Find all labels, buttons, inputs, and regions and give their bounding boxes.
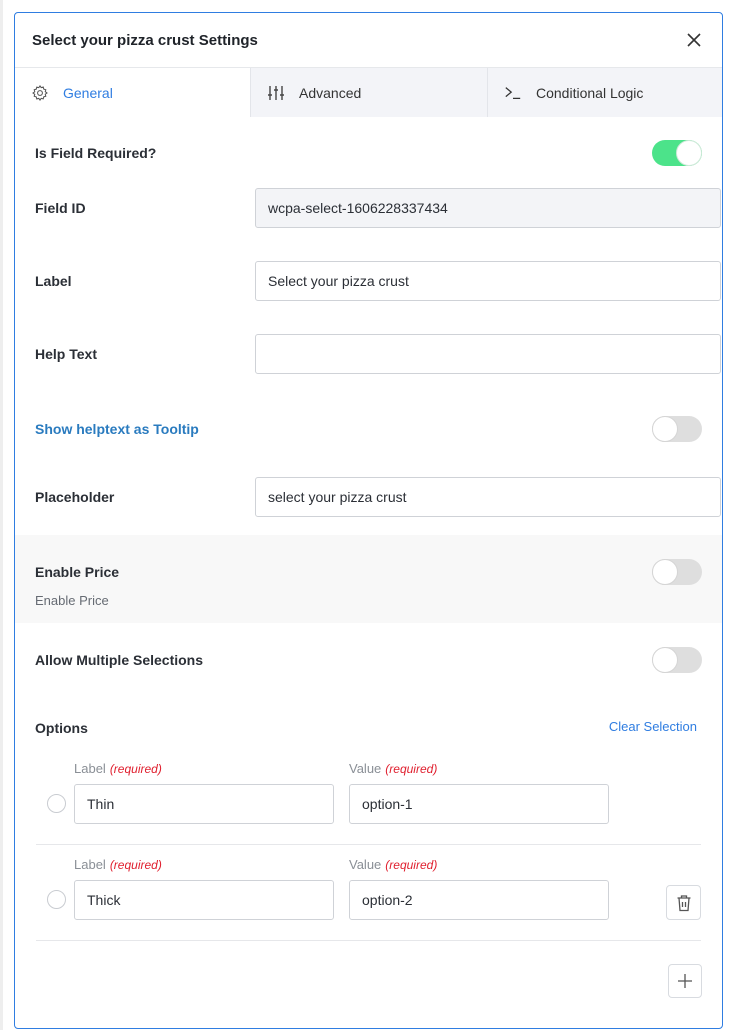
help-text-row: Help Text [35,334,721,374]
option-2-label-input[interactable]: Thick [74,880,334,920]
field-id-input[interactable]: wcpa-select-1606228337434 [255,188,721,228]
placeholder-row: Placeholder select your pizza crust [35,477,721,517]
label-input[interactable]: Select your pizza crust [255,261,721,301]
required-tag: (required) [109,858,162,872]
option-value-header: Value (required) [349,761,437,776]
toggle-knob [652,647,678,673]
close-icon [687,33,701,47]
page-edge [0,0,3,1030]
required-tag: (required) [385,762,438,776]
toggle-knob [652,416,678,442]
add-option-button[interactable] [668,964,702,998]
sliders-icon [267,84,285,102]
tab-advanced[interactable]: Advanced [250,68,487,117]
enable-price-sublabel: Enable Price [35,593,109,608]
clear-selection-link[interactable]: Clear Selection [609,719,697,734]
toggle-knob [652,559,678,585]
delete-option-button[interactable] [666,885,701,920]
plus-icon [678,974,692,988]
enable-price-label: Enable Price [35,564,120,580]
tab-conditional-logic-label: Conditional Logic [536,84,644,101]
help-text-label: Help Text [35,346,97,362]
options-header: Options [35,718,702,738]
placeholder-label: Placeholder [35,489,115,505]
tooltip-row: Show helptext as Tooltip [35,416,702,442]
help-text-input[interactable] [255,334,721,374]
modal-header: Select your pizza crust Settings [15,13,722,68]
tab-general[interactable]: General [15,68,250,117]
required-tag: (required) [385,858,438,872]
label-label: Label [35,273,72,289]
label-header-text: Label [74,761,106,776]
terminal-prompt-icon [504,84,522,102]
value-header-text: Value [349,761,382,776]
option-2-value-input[interactable]: option-2 [349,880,609,920]
placeholder-input[interactable]: select your pizza crust [255,477,721,517]
toggle-knob [676,140,702,166]
label-row: Label Select your pizza crust [35,261,721,301]
option-2-radio[interactable] [47,890,66,909]
multiple-label: Allow Multiple Selections [35,652,204,668]
modal-title: Select your pizza crust Settings [32,31,258,49]
enable-price-toggle[interactable] [652,559,702,585]
multiple-row: Allow Multiple Selections [35,647,702,673]
enable-price-row: Enable Price [35,559,702,585]
option-1-label-input[interactable]: Thin [74,784,334,824]
options-heading: Options [35,720,88,736]
field-settings-modal: Select your pizza crust Settings General [14,12,723,1029]
field-id-row: Field ID wcpa-select-1606228337434 [35,188,721,228]
required-toggle[interactable] [652,140,702,166]
value-header-text: Value [349,857,382,872]
multiple-toggle[interactable] [652,647,702,673]
option-divider [36,844,701,845]
required-label: Is Field Required? [35,145,157,161]
tooltip-label: Show helptext as Tooltip [35,421,199,437]
option-1-radio[interactable] [47,794,66,813]
tab-general-label: General [63,84,113,101]
option-label-header: Label (required) [74,761,162,776]
required-tag: (required) [109,762,162,776]
tab-conditional-logic[interactable]: Conditional Logic [487,68,722,117]
gear-icon [31,84,49,102]
label-header-text: Label [74,857,106,872]
trash-icon [677,894,690,911]
option-value-header: Value (required) [349,857,437,872]
options-footer-divider [36,940,701,941]
tab-bar: General Advanced Conditional Logic [15,68,722,117]
tab-advanced-label: Advanced [299,84,362,101]
tooltip-toggle[interactable] [652,416,702,442]
option-1-value-input[interactable]: option-1 [349,784,609,824]
required-row: Is Field Required? [35,140,702,166]
close-button[interactable] [684,30,704,50]
option-label-header: Label (required) [74,857,162,872]
field-id-label: Field ID [35,200,86,216]
